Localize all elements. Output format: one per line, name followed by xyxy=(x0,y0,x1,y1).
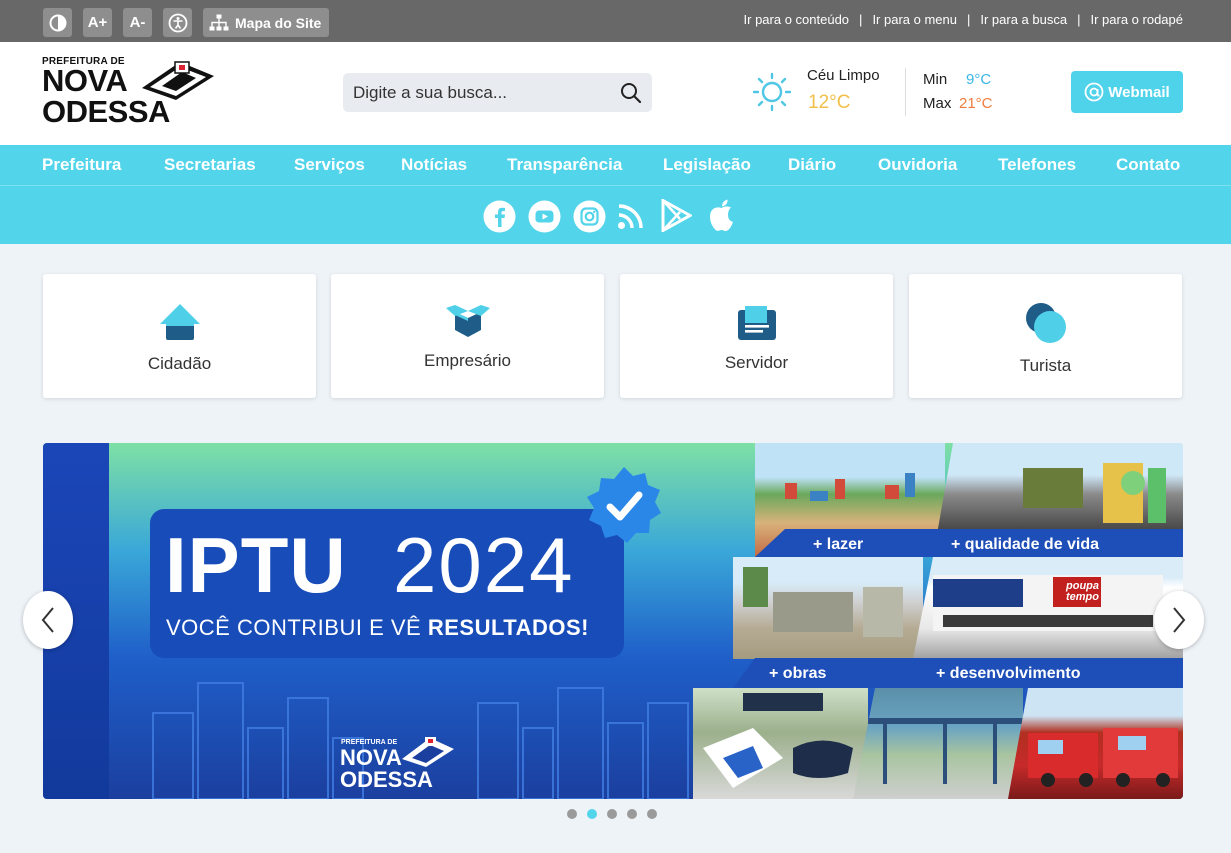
sitemap-label: Mapa do Site xyxy=(235,14,322,31)
skip-to-content-link[interactable]: Ir para o conteúdo xyxy=(734,12,860,27)
search-box xyxy=(343,73,652,112)
carousel-dot-1[interactable] xyxy=(567,809,577,819)
min-label: Min xyxy=(923,71,948,88)
min-value: 9°C xyxy=(966,71,992,88)
accessibility-bar: A+ A- Mapa do Site Ir para o conteúdo | I… xyxy=(0,0,1231,42)
weather-condition: Céu Limpo xyxy=(807,67,880,84)
photo-poupatempo: poupa tempo xyxy=(913,557,1183,659)
weather-divider xyxy=(905,68,906,116)
google-play-icon[interactable] xyxy=(661,199,692,232)
carousel-dots xyxy=(567,809,657,819)
instagram-icon[interactable] xyxy=(573,200,606,233)
banner-logo-line-3: ODESSA xyxy=(340,767,433,792)
increase-font-button[interactable]: A+ xyxy=(83,8,112,37)
nav-item-telefones[interactable]: Telefones xyxy=(998,155,1076,175)
carousel-dot-2[interactable] xyxy=(587,809,597,819)
sun-icon xyxy=(752,72,792,112)
webmail-label: Webmail xyxy=(1108,83,1170,101)
nav-item-prefeitura[interactable]: Prefeitura xyxy=(42,155,121,175)
accessibility-icon xyxy=(168,13,187,32)
banner-tag-obras: + obras xyxy=(769,665,827,682)
accessibility-button[interactable] xyxy=(163,8,192,37)
at-sign-icon xyxy=(1084,82,1104,102)
profile-label-empresario: Empresário xyxy=(424,351,511,370)
carousel-dot-3[interactable] xyxy=(607,809,617,819)
logo-line-2: NOVA xyxy=(42,63,128,98)
sitemap-icon xyxy=(209,14,229,30)
carousel-next-button[interactable] xyxy=(1154,591,1204,649)
banner-subtitle: VOCÊ CONTRIBUI E VÊ RESULTADOS! xyxy=(166,615,589,641)
contrast-icon xyxy=(49,14,66,31)
main-nav: Prefeitura Secretarias Serviços Notícias… xyxy=(0,145,1231,185)
apple-icon[interactable] xyxy=(707,198,736,232)
verified-badge-icon xyxy=(587,467,661,543)
nav-item-noticias[interactable]: Notícias xyxy=(401,155,467,175)
nav-item-legislacao[interactable]: Legislação xyxy=(663,155,751,175)
facebook-icon[interactable] xyxy=(483,200,516,233)
banner-subtitle-bold: RESULTADOS! xyxy=(427,615,589,640)
box-icon xyxy=(445,305,490,337)
carousel-dot-5[interactable] xyxy=(647,809,657,819)
rss-icon[interactable] xyxy=(617,202,645,230)
nav-item-diario[interactable]: Diário xyxy=(788,155,836,175)
carousel-prev-button[interactable] xyxy=(23,591,73,649)
social-bar xyxy=(0,185,1231,244)
nav-item-secretarias[interactable]: Secretarias xyxy=(164,155,256,175)
photo-uniforms xyxy=(693,688,868,799)
document-folder-icon xyxy=(737,306,776,340)
max-value: 21°C xyxy=(959,95,993,112)
skip-links: Ir para o conteúdo | Ir para o menu | Ir p… xyxy=(734,12,1183,27)
sitemap-button[interactable]: Mapa do Site xyxy=(203,8,330,37)
carousel-dot-4[interactable] xyxy=(627,809,637,819)
search-icon[interactable] xyxy=(620,82,642,104)
contrast-button[interactable] xyxy=(43,8,72,37)
site-logo[interactable]: PREFEITURA DE NOVA ODESSA xyxy=(42,56,217,134)
header: PREFEITURA DE NOVA ODESSA Céu Limpo 12°C… xyxy=(0,42,1231,145)
banner-flag-emblem-icon xyxy=(402,737,454,767)
profile-card-servidor[interactable]: Servidor xyxy=(620,274,893,398)
profile-label-cidadao: Cidadão xyxy=(147,354,212,373)
max-temperature: Max 21°C xyxy=(923,95,993,112)
nav-item-servicos[interactable]: Serviços xyxy=(294,155,365,175)
skip-to-menu-link[interactable]: Ir para o menu xyxy=(862,12,967,27)
chevron-right-icon xyxy=(1173,607,1186,633)
webmail-button[interactable]: Webmail xyxy=(1071,71,1183,113)
circles-icon xyxy=(1025,303,1066,343)
photo-construction xyxy=(733,557,923,659)
photo-fire-trucks xyxy=(1008,688,1183,799)
flag-emblem-icon xyxy=(142,61,214,100)
banner-tag-lazer: + lazer xyxy=(813,536,864,553)
profile-label-servidor: Servidor xyxy=(724,353,789,372)
skip-to-footer-link[interactable]: Ir para o rodapé xyxy=(1080,12,1183,27)
skip-to-search-link[interactable]: Ir para a busca xyxy=(970,12,1077,27)
banner-slide[interactable]: IPTU 2024 VOCÊ CONTRIBUI E VÊ RESULTADOS… xyxy=(43,443,1183,799)
decrease-font-button[interactable]: A- xyxy=(123,8,152,37)
banner-logo-line-2: NOVA xyxy=(340,745,402,770)
min-temperature: Min 9°C xyxy=(923,71,991,88)
youtube-icon[interactable] xyxy=(528,200,561,233)
banner-tag-desenvolvimento: + desenvolvimento xyxy=(936,665,1081,682)
banner-title: IPTU xyxy=(165,521,347,609)
house-icon xyxy=(159,304,200,340)
nav-item-ouvidoria[interactable]: Ouvidoria xyxy=(878,155,957,175)
profile-card-empresario[interactable]: Empresário xyxy=(331,274,604,398)
search-input[interactable] xyxy=(343,73,603,112)
banner-tag-qualidade: + qualidade de vida xyxy=(951,536,1100,553)
profile-card-cidadao[interactable]: Cidadão xyxy=(43,274,316,398)
nav-item-contato[interactable]: Contato xyxy=(1116,155,1180,175)
photo-covered-court xyxy=(853,688,1023,799)
profile-card-turista[interactable]: Turista xyxy=(909,274,1182,398)
nav-item-transparencia[interactable]: Transparência xyxy=(507,155,622,175)
banner-year: 2024 xyxy=(393,521,575,609)
poupatempo-sign: poupa tempo xyxy=(1066,580,1099,603)
weather-temperature: 12°C xyxy=(808,92,851,113)
chevron-left-icon xyxy=(41,607,54,633)
banner-subtitle-prefix: VOCÊ CONTRIBUI E VÊ xyxy=(166,615,428,640)
profile-label-turista: Turista xyxy=(1019,356,1072,375)
max-label: Max xyxy=(923,95,952,112)
